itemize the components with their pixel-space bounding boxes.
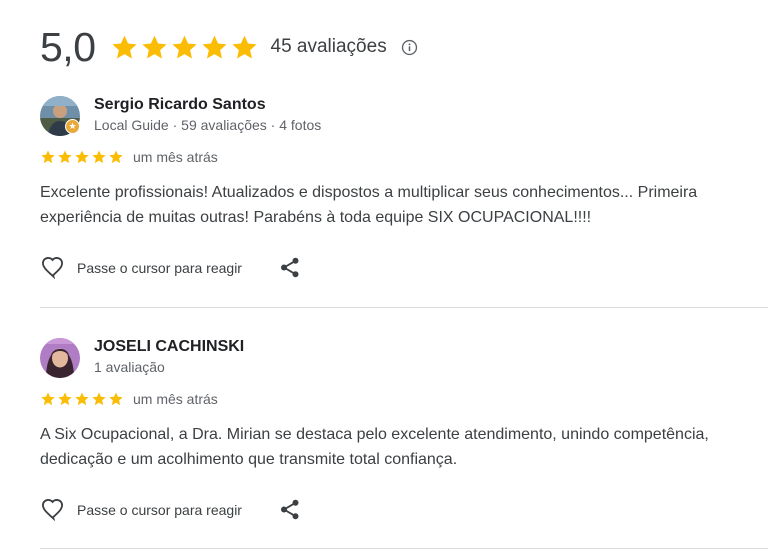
react-button[interactable]: Passe o cursor para reagir xyxy=(40,256,242,279)
star-icon xyxy=(108,149,124,165)
star-icon xyxy=(170,33,199,62)
star-icon xyxy=(40,149,56,165)
star-icon xyxy=(74,391,90,407)
author-meta: Local Guide · 59 avaliações · 4 fotos xyxy=(94,117,322,133)
star-icon xyxy=(91,391,107,407)
star-icon xyxy=(40,391,56,407)
review-date: um mês atrás xyxy=(133,391,218,407)
share-icon xyxy=(280,257,300,278)
review-stars xyxy=(40,391,124,407)
star-icon xyxy=(91,149,107,165)
avatar[interactable] xyxy=(40,338,80,378)
heart-outline-icon xyxy=(40,498,65,521)
review-actions: Passe o cursor para reagir xyxy=(40,498,300,521)
react-button[interactable]: Passe o cursor para reagir xyxy=(40,498,242,521)
review-author[interactable]: JOSELI CACHINSKI xyxy=(94,338,244,356)
review-rating: um mês atrás xyxy=(40,149,218,165)
info-icon[interactable] xyxy=(401,39,418,56)
review-divider xyxy=(40,548,768,549)
share-icon xyxy=(280,499,300,520)
star-icon xyxy=(57,149,73,165)
review-date: um mês atrás xyxy=(133,149,218,165)
average-stars xyxy=(110,33,259,62)
share-button[interactable] xyxy=(280,257,300,278)
review-stars xyxy=(40,149,124,165)
react-label: Passe o cursor para reagir xyxy=(77,259,242,276)
average-rating: 5,0 xyxy=(40,23,96,70)
review-actions: Passe o cursor para reagir xyxy=(40,256,300,279)
star-icon xyxy=(110,33,139,62)
review-divider xyxy=(40,307,768,308)
rating-summary: 5,0 45 avaliações xyxy=(40,22,418,72)
star-icon xyxy=(200,33,229,62)
review-text: Excelente profissionais! Atualizados e d… xyxy=(40,184,698,226)
share-button[interactable] xyxy=(280,499,300,520)
star-icon xyxy=(140,33,169,62)
author-meta: 1 avaliação xyxy=(94,359,165,375)
review-rating: um mês atrás xyxy=(40,391,218,407)
react-label: Passe o cursor para reagir xyxy=(77,501,242,518)
heart-outline-icon xyxy=(40,256,65,279)
star-icon xyxy=(74,149,90,165)
local-guide-badge-icon: ★ xyxy=(65,119,80,134)
star-icon xyxy=(108,391,124,407)
total-review-count: 45 avaliações xyxy=(270,36,387,57)
star-icon xyxy=(57,391,73,407)
review-author[interactable]: Sergio Ricardo Santos xyxy=(94,96,266,114)
star-icon xyxy=(230,33,259,62)
review-text: A Six Ocupacional, a Dra. Mirian se dest… xyxy=(40,426,709,468)
